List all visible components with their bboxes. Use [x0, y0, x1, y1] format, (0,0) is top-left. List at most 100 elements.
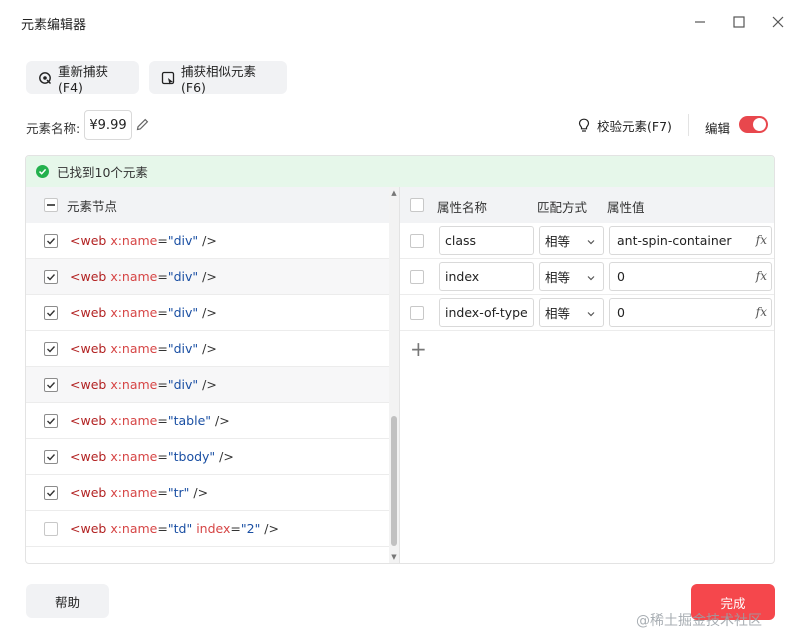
node-attr-value: "div" — [167, 305, 199, 320]
attribute-name: class — [445, 233, 477, 248]
recapture-button[interactable]: 重新捕获(F4) — [26, 61, 139, 95]
node-attr-value: "div" — [167, 341, 199, 356]
node-checkbox[interactable] — [44, 305, 58, 320]
node-row[interactable]: <web x:name="table" /> — [26, 403, 398, 439]
chevron-down-icon — [586, 271, 596, 281]
fx-icon[interactable]: fx — [756, 305, 767, 319]
node-row[interactable]: <web x:name="tbody" /> — [26, 439, 398, 475]
node-tag: <web — [70, 305, 107, 320]
node-row[interactable]: <web x:name="tr" /> — [26, 475, 398, 511]
match-mode-select[interactable]: 相等 — [539, 298, 604, 327]
element-name-field[interactable]: ¥9.99 — [84, 110, 132, 140]
node-checkbox[interactable] — [44, 377, 58, 392]
node-code: <web x:name="div" /> — [70, 269, 217, 284]
attribute-name: index-of-type — [445, 305, 528, 320]
node-list: 元素节点 <web x:name="div" /> <web x:name="di… — [26, 187, 398, 563]
node-attr-name: x:name — [110, 377, 158, 392]
node-attr-name: x:name — [110, 269, 158, 284]
capture-similar-button[interactable]: 捕获相似元素(F6) — [149, 61, 287, 95]
found-banner: 已找到10个元素 — [26, 156, 774, 187]
node-checkbox[interactable] — [44, 485, 58, 500]
pencil-icon[interactable] — [135, 117, 150, 132]
node-tag-end: /> — [198, 269, 217, 284]
node-list-scrollbar[interactable]: ▲ ▼ — [389, 187, 399, 563]
node-checkbox[interactable] — [44, 341, 58, 356]
help-button[interactable]: 帮助 — [26, 584, 109, 618]
node-row[interactable]: <web x:name="div" /> — [26, 223, 398, 259]
node-attr-name: x:name — [110, 413, 158, 428]
attribute-row: index 相等 0 fx — [400, 259, 774, 295]
column-attribute-name: 属性名称 — [437, 200, 488, 215]
capture-similar-label: 捕获相似元素(F6) — [181, 63, 257, 95]
select-all-attributes-checkbox[interactable] — [410, 198, 424, 212]
node-code: <web x:name="div" /> — [70, 377, 217, 392]
node-list-header: 元素节点 — [26, 187, 398, 223]
node-checkbox[interactable] — [44, 413, 58, 428]
node-attr-value: "tbody" — [167, 449, 216, 464]
attribute-name-field[interactable]: class — [439, 226, 534, 255]
node-checkbox[interactable] — [44, 269, 58, 284]
node-tag: <web — [70, 233, 107, 248]
recapture-icon — [38, 71, 52, 85]
attribute-value-field[interactable]: ant-spin-container fx — [609, 226, 772, 255]
node-attr-name: x:name — [110, 485, 158, 500]
node-attr-value: "table" — [167, 413, 212, 428]
node-checkbox[interactable] — [44, 233, 58, 248]
attribute-value-field[interactable]: 0 fx — [609, 298, 772, 327]
match-mode-value: 相等 — [545, 306, 571, 321]
plus-icon[interactable]: + — [410, 339, 427, 359]
node-code: <web x:name="div" /> — [70, 341, 217, 356]
attribute-name-field[interactable]: index-of-type — [439, 298, 534, 327]
scroll-thumb[interactable] — [391, 416, 397, 546]
lightbulb-icon — [577, 118, 591, 133]
node-attr-name: x:name — [110, 521, 158, 536]
node-tag-end: /> — [198, 233, 217, 248]
select-all-nodes-checkbox[interactable] — [44, 198, 58, 212]
minimize-icon[interactable] — [690, 12, 710, 32]
check-circle-icon — [36, 165, 49, 178]
attribute-value-field[interactable]: 0 fx — [609, 262, 772, 291]
node-attr-value: "div" — [167, 377, 199, 392]
attribute-row: index-of-type 相等 0 fx — [400, 295, 774, 331]
node-tag-end: /> — [198, 341, 217, 356]
recapture-label: 重新捕获(F4) — [58, 63, 109, 95]
node-code: <web x:name="table" /> — [70, 413, 230, 428]
validate-element-button[interactable]: 校验元素(F7) — [577, 116, 672, 135]
node-tag: <web — [70, 269, 107, 284]
node-tag-end: /> — [198, 305, 217, 320]
node-checkbox[interactable] — [44, 521, 58, 536]
match-mode-select[interactable]: 相等 — [539, 262, 604, 291]
node-attr-name: x:name — [110, 449, 158, 464]
node-row[interactable]: <web x:name="div" /> — [26, 259, 398, 295]
node-tag: <web — [70, 413, 107, 428]
node-row[interactable]: <web x:name="div" /> — [26, 295, 398, 331]
node-checkbox[interactable] — [44, 449, 58, 464]
validate-label: 校验元素(F7) — [597, 119, 672, 134]
node-tag: <web — [70, 341, 107, 356]
element-name-label: 元素名称: — [26, 121, 81, 136]
node-code: <web x:name="div" /> — [70, 305, 217, 320]
node-row[interactable]: <web x:name="div" /> — [26, 331, 398, 367]
node-attr-value: "div" — [167, 233, 199, 248]
attribute-table-header: 属性名称 匹配方式 属性值 — [400, 187, 774, 223]
maximize-icon[interactable] — [729, 12, 749, 32]
scroll-down-icon[interactable]: ▼ — [390, 553, 398, 561]
attribute-value: 0 — [617, 305, 625, 320]
node-extra-attr-name: index — [196, 521, 231, 536]
node-row[interactable]: <web x:name="td" index="2" /> — [26, 511, 398, 547]
attribute-checkbox[interactable] — [410, 306, 424, 320]
node-tag: <web — [70, 521, 107, 536]
edit-toggle[interactable] — [739, 116, 768, 133]
close-icon[interactable] — [768, 12, 788, 32]
attribute-checkbox[interactable] — [410, 270, 424, 284]
attribute-name-field[interactable]: index — [439, 262, 534, 291]
node-tag-end: /> — [198, 377, 217, 392]
node-row[interactable]: <web x:name="div" /> — [26, 367, 398, 403]
node-attr-name: x:name — [110, 305, 158, 320]
match-mode-select[interactable]: 相等 — [539, 226, 604, 255]
attribute-value: ant-spin-container — [617, 233, 732, 248]
scroll-up-icon[interactable]: ▲ — [390, 189, 398, 197]
fx-icon[interactable]: fx — [756, 233, 767, 247]
attribute-checkbox[interactable] — [410, 234, 424, 248]
fx-icon[interactable]: fx — [756, 269, 767, 283]
